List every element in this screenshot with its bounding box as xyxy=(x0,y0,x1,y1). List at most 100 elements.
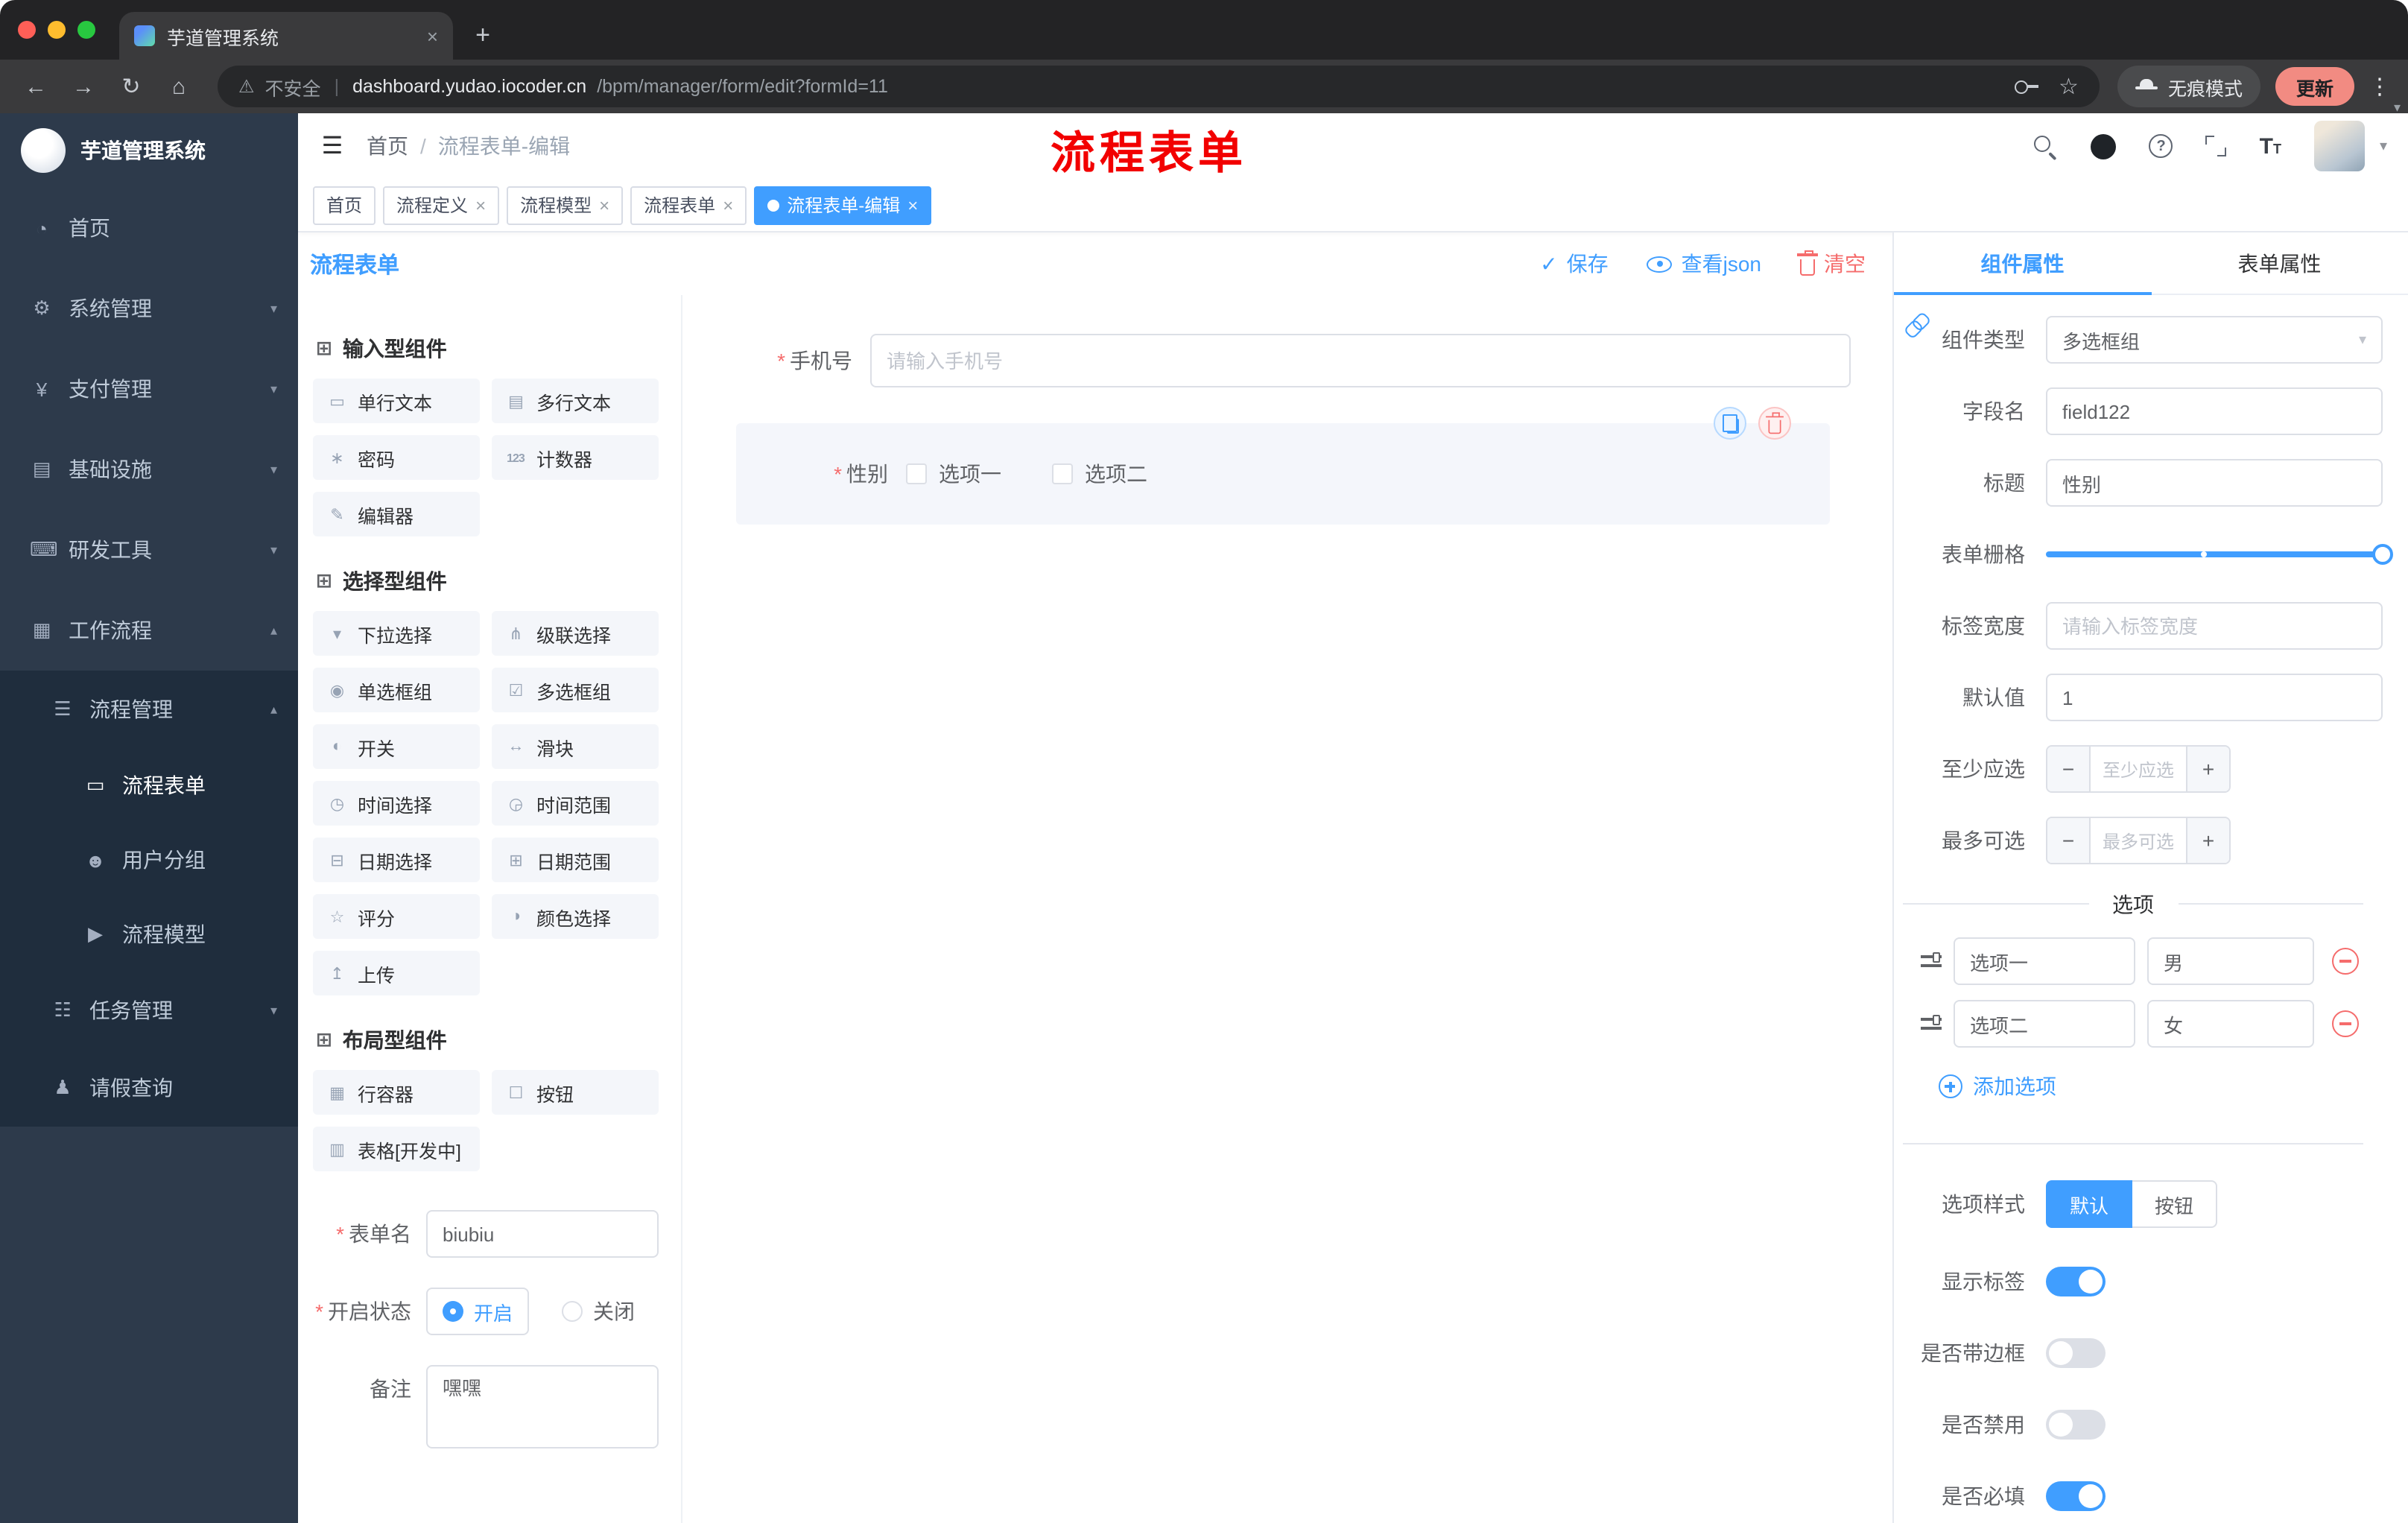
default-value-input[interactable] xyxy=(2046,674,2383,721)
increase-button[interactable]: + xyxy=(2186,818,2229,863)
palette-item-editor[interactable]: ✎ 编辑器 xyxy=(313,492,480,536)
component-type-select[interactable]: 多选框组 ▾ xyxy=(2046,316,2383,364)
close-icon[interactable]: × xyxy=(475,194,486,215)
avatar-caret-icon[interactable]: ▾ xyxy=(2380,138,2387,154)
drag-handle-icon[interactable] xyxy=(1921,1015,1942,1033)
option-label-input[interactable] xyxy=(1954,1000,2135,1048)
field-name-input[interactable] xyxy=(2046,387,2383,435)
sidebar-logo[interactable]: 芋道管理系统 xyxy=(0,113,298,188)
tab-close-icon[interactable]: × xyxy=(427,25,438,47)
slider-handle[interactable] xyxy=(2372,544,2393,565)
browser-tab[interactable]: 芋道管理系统 × xyxy=(119,12,453,60)
decrease-button[interactable]: − xyxy=(2047,818,2091,863)
tag-process-form-edit[interactable]: 流程表单-编辑 × xyxy=(754,186,932,224)
palette-item-textarea[interactable]: ▤ 多行文本 xyxy=(492,379,659,423)
form-name-input[interactable] xyxy=(426,1210,659,1258)
tab-form-props[interactable]: 表单属性 xyxy=(2151,232,2408,294)
breadcrumb-home[interactable]: 首页 xyxy=(367,131,408,161)
password-key-icon[interactable] xyxy=(2014,77,2038,95)
hamburger-icon[interactable]: ☰ xyxy=(313,131,352,161)
palette-item-color-picker[interactable]: ◑ 颜色选择 xyxy=(492,894,659,939)
palette-item-upload[interactable]: ↥ 上传 xyxy=(313,951,480,995)
back-button[interactable]: ← xyxy=(15,66,57,107)
palette-item-counter[interactable]: 123 计数器 xyxy=(492,435,659,480)
sidebar-item-process-form[interactable]: ▭ 流程表单 xyxy=(0,748,298,823)
browser-menu-button[interactable]: ⋮ xyxy=(2366,73,2393,100)
tag-home[interactable]: 首页 xyxy=(313,186,376,224)
palette-item-single-text[interactable]: ▭ 单行文本 xyxy=(313,379,480,423)
max-select-value[interactable]: 最多可选 xyxy=(2091,818,2186,863)
style-button-button[interactable]: 按钮 xyxy=(2132,1180,2218,1228)
sidebar-item-task-management[interactable]: ☷ 任务管理 ▾ xyxy=(0,972,298,1049)
palette-item-time-picker[interactable]: ◷ 时间选择 xyxy=(313,781,480,826)
disabled-toggle[interactable] xyxy=(2046,1410,2106,1440)
gender-checkbox-option2[interactable]: 选项二 xyxy=(1052,459,1147,489)
palette-item-slider[interactable]: ↔ 滑块 xyxy=(492,724,659,769)
sidebar-item-process-management[interactable]: ☰ 流程管理 ▴ xyxy=(0,671,298,748)
address-bar[interactable]: ⚠ 不安全 | dashboard.yudao.iocoder.cn /bpm/… xyxy=(218,66,2100,107)
canvas-field-phone[interactable]: * 手机号 xyxy=(718,334,1851,387)
title-input[interactable] xyxy=(2046,459,2383,507)
fullscreen-icon[interactable] xyxy=(2205,136,2227,156)
new-tab-button[interactable]: + xyxy=(462,15,504,57)
tag-width-input[interactable] xyxy=(2046,602,2383,650)
decrease-button[interactable]: − xyxy=(2047,747,2091,791)
close-icon[interactable]: × xyxy=(599,194,609,215)
status-radio-on[interactable]: 开启 xyxy=(426,1288,530,1335)
bookmark-star-icon[interactable]: ☆ xyxy=(2059,73,2079,100)
palette-item-rate[interactable]: ☆ 评分 xyxy=(313,894,480,939)
clear-button[interactable]: 清空 xyxy=(1797,249,1866,279)
sidebar-item-system[interactable]: ⚙ 系统管理 ▾ xyxy=(0,268,298,349)
sidebar-item-leave-query[interactable]: ♟ 请假查询 xyxy=(0,1049,298,1127)
home-button[interactable]: ⌂ xyxy=(158,66,200,107)
sidebar-item-home[interactable]: ◔ 首页 xyxy=(0,188,298,268)
sidebar-item-user-group[interactable]: ☻ 用户分组 xyxy=(0,823,298,897)
min-select-value[interactable]: 至少应选 xyxy=(2091,747,2186,791)
palette-item-date-range[interactable]: ⊞ 日期范围 xyxy=(492,838,659,882)
palette-item-button[interactable]: ☐ 按钮 xyxy=(492,1070,659,1115)
palette-item-row-container[interactable]: ▦ 行容器 xyxy=(313,1070,480,1115)
remove-option-button[interactable] xyxy=(2332,948,2359,975)
increase-button[interactable]: + xyxy=(2186,747,2229,791)
help-icon[interactable]: ? xyxy=(2149,134,2173,158)
palette-item-cascader[interactable]: ⋔ 级联选择 xyxy=(492,611,659,656)
form-grid-slider[interactable] xyxy=(2046,544,2393,565)
window-minimize-button[interactable] xyxy=(48,21,66,39)
option-label-input[interactable] xyxy=(1954,937,2135,985)
sidebar-item-workflow[interactable]: ▦ 工作流程 ▴ xyxy=(0,590,298,671)
tag-process-model[interactable]: 流程模型 × xyxy=(507,186,624,224)
search-icon[interactable] xyxy=(2033,133,2059,159)
reload-button[interactable]: ↻ xyxy=(110,66,152,107)
palette-item-radio-group[interactable]: ◉ 单选框组 xyxy=(313,668,480,712)
gender-checkbox-option1[interactable]: 选项一 xyxy=(906,459,1001,489)
status-radio-off[interactable]: 关闭 xyxy=(562,1296,635,1326)
border-toggle[interactable] xyxy=(2046,1338,2106,1368)
window-zoom-button[interactable] xyxy=(77,21,95,39)
palette-item-select[interactable]: ▾ 下拉选择 xyxy=(313,611,480,656)
window-close-button[interactable] xyxy=(18,21,36,39)
option-value-input[interactable] xyxy=(2147,937,2314,985)
add-option-button[interactable]: 添加选项 xyxy=(1939,1071,2384,1101)
forward-button[interactable]: → xyxy=(63,66,104,107)
browser-update-button[interactable]: 更新 xyxy=(2275,67,2354,106)
palette-item-time-range[interactable]: ◶ 时间范围 xyxy=(492,781,659,826)
delete-component-button[interactable] xyxy=(1758,407,1791,440)
view-json-button[interactable]: 查看json xyxy=(1647,249,1761,279)
option-value-input[interactable] xyxy=(2147,1000,2314,1048)
sidebar-item-payment[interactable]: ¥ 支付管理 ▾ xyxy=(0,349,298,429)
close-icon[interactable]: × xyxy=(723,194,733,215)
sidebar-item-infra[interactable]: ▤ 基础设施 ▾ xyxy=(0,429,298,510)
palette-item-checkbox-group[interactable]: ☑ 多选框组 xyxy=(492,668,659,712)
style-default-button[interactable]: 默认 xyxy=(2046,1180,2133,1228)
close-icon[interactable]: × xyxy=(907,194,918,215)
sidebar-item-process-model[interactable]: ▶ 流程模型 xyxy=(0,897,298,972)
palette-item-switch[interactable]: ◐ 开关 xyxy=(313,724,480,769)
palette-item-table[interactable]: ▥ 表格[开发中] xyxy=(313,1127,480,1171)
drag-handle-icon[interactable] xyxy=(1921,952,1942,970)
save-button[interactable]: ✓ 保存 xyxy=(1540,249,1608,279)
font-size-icon[interactable]: TT xyxy=(2260,135,2281,157)
tag-process-definition[interactable]: 流程定义 × xyxy=(383,186,500,224)
tag-process-form[interactable]: 流程表单 × xyxy=(630,186,747,224)
github-icon[interactable] xyxy=(2091,133,2117,159)
copy-component-button[interactable] xyxy=(1714,407,1746,440)
